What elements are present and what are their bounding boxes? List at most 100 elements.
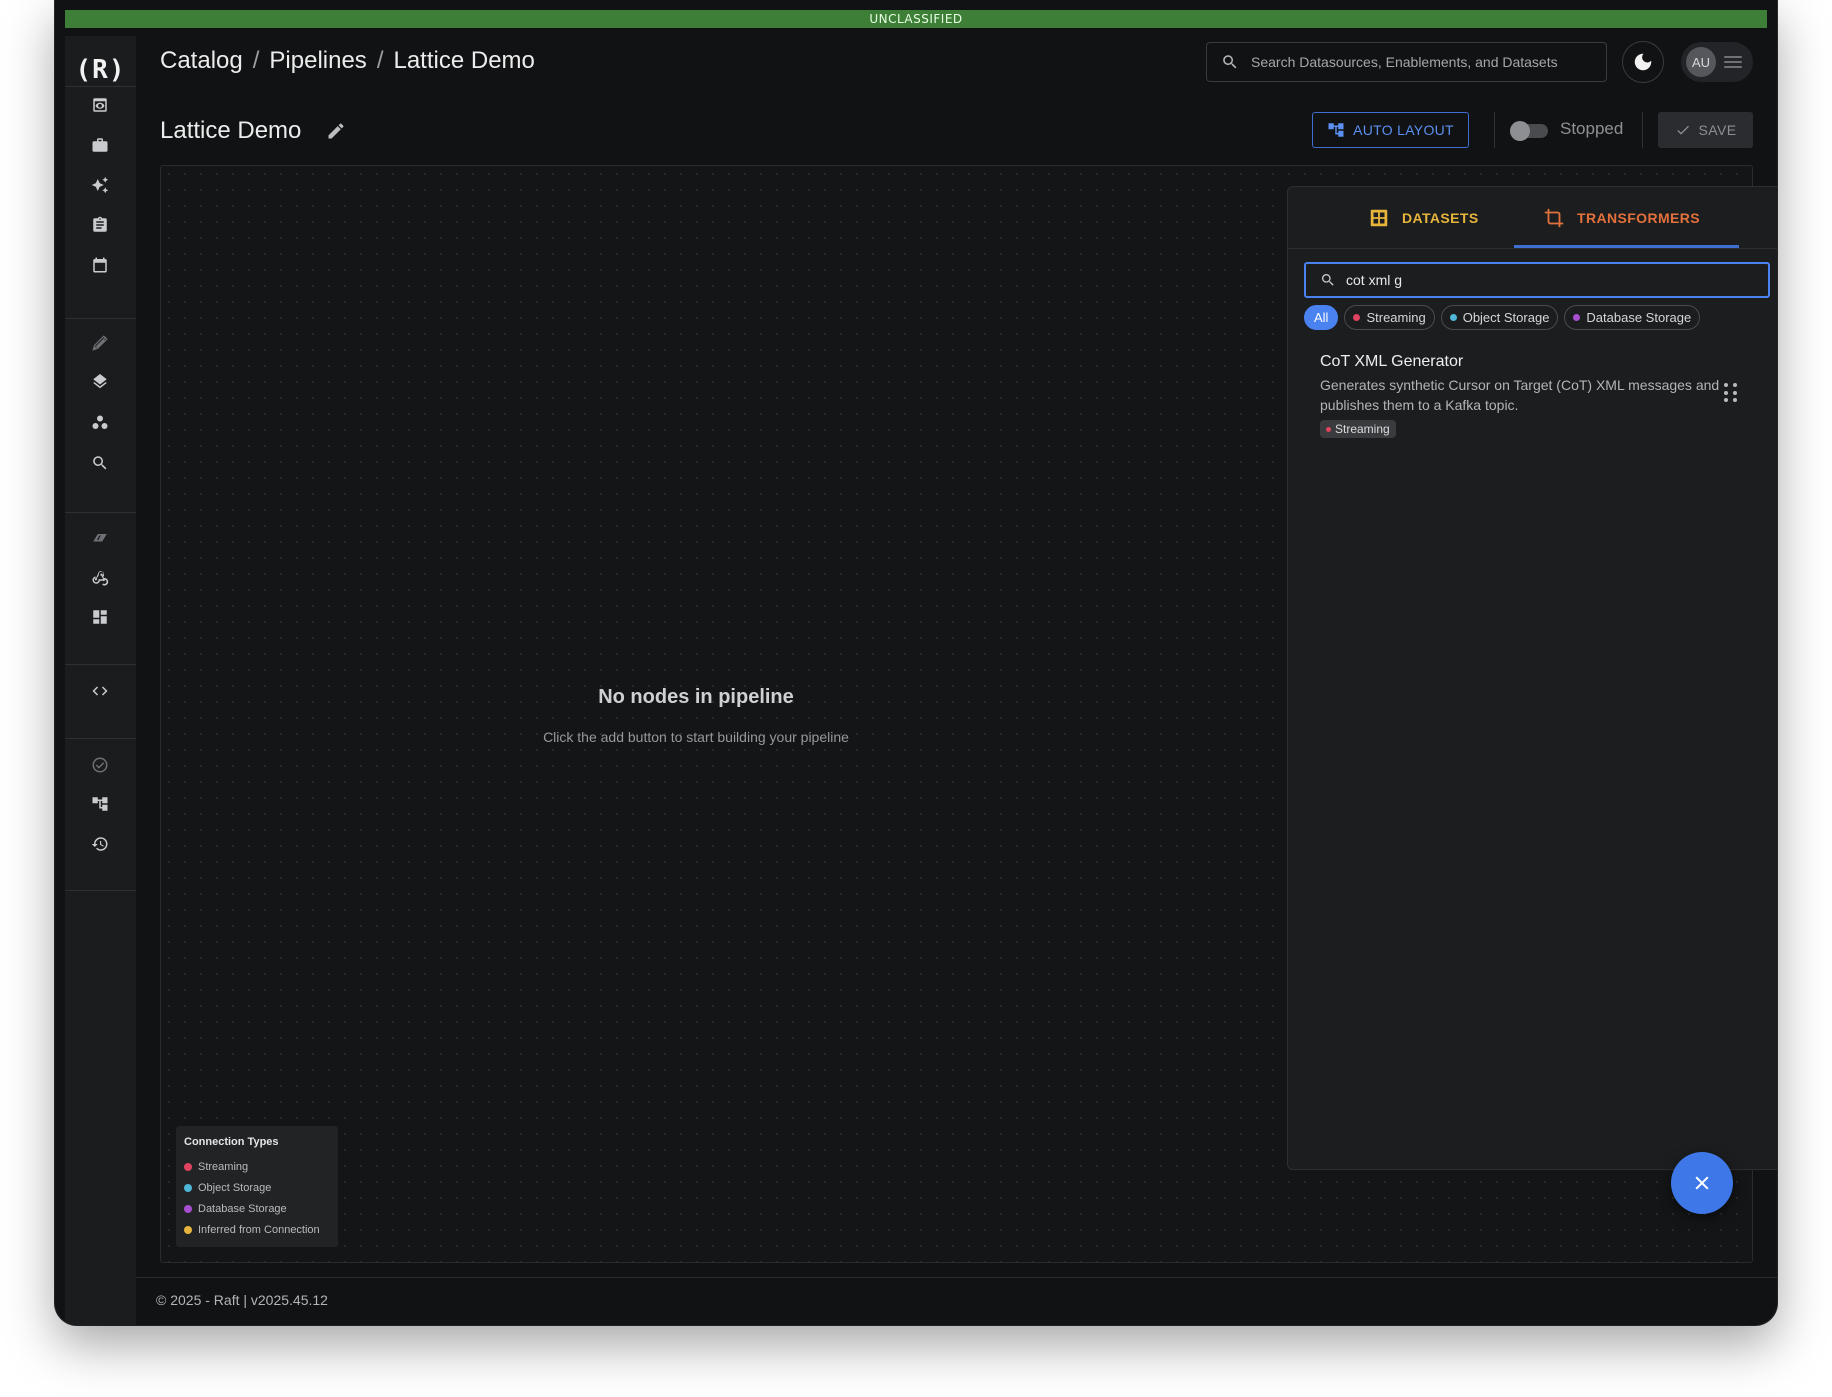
legend-dot: [184, 1204, 192, 1213]
search-icon: [1321, 274, 1334, 286]
layers-icon[interactable]: [89, 372, 111, 394]
chip-label: All: [1314, 310, 1329, 325]
auto-layout-button[interactable]: AUTO LAYOUT: [1312, 112, 1469, 148]
preview-icon[interactable]: [89, 94, 111, 116]
brand-logo[interactable]: (R): [65, 50, 136, 90]
chip-dot: [1449, 314, 1457, 321]
transformer-search-input[interactable]: [1346, 272, 1746, 288]
legend-label: Database Storage: [198, 1202, 287, 1215]
search-icon: [1223, 55, 1237, 69]
legend-item: Inferred from Connection: [184, 1219, 330, 1240]
sidebar-divider: [65, 318, 136, 319]
code-icon[interactable]: [89, 680, 111, 702]
legend-label: Inferred from Connection: [198, 1223, 320, 1236]
legend-item: Streaming: [184, 1156, 330, 1177]
filter-chips: All Streaming Object Storage Database St…: [1304, 305, 1701, 330]
breadcrumb-current: Lattice Demo: [393, 47, 535, 74]
legend-title: Connection Types: [184, 1136, 279, 1148]
theme-toggle-button[interactable]: [1622, 41, 1664, 83]
app-window: UNCLASSIFIED (R) Catalog / Pipelines / L…: [55, 0, 1777, 1325]
footer-divider: [136, 1277, 1777, 1278]
pipeline-icon[interactable]: [89, 793, 111, 815]
sparkles-icon[interactable]: [89, 174, 111, 196]
tab-transformers[interactable]: TRANSFORMERS: [1543, 187, 1700, 249]
result-title: CoT XML Generator: [1320, 353, 1464, 370]
result-description: Generates synthetic Cursor on Target (Co…: [1320, 377, 1720, 413]
arrows-icon[interactable]: [89, 526, 111, 548]
feather-icon[interactable]: [89, 332, 111, 354]
classification-banner: UNCLASSIFIED: [65, 10, 1767, 28]
chip-label: Streaming: [1366, 310, 1426, 325]
history-icon[interactable]: [89, 833, 111, 855]
add-node-panel: DATASETS TRANSFORMERS All Streaming Obje…: [1287, 186, 1777, 1170]
clipboard-icon[interactable]: [89, 214, 111, 236]
tab-label: TRANSFORMERS: [1577, 210, 1701, 226]
result-tag: Streaming: [1320, 420, 1396, 438]
sidebar-divider: [65, 664, 136, 665]
briefcase-icon[interactable]: [89, 134, 111, 156]
pencil-icon: [328, 123, 344, 139]
hamburger-icon: [1724, 56, 1742, 68]
breadcrumb-separator: /: [252, 47, 260, 74]
workspaces-icon[interactable]: [89, 412, 111, 434]
sidebar-divider: [65, 890, 136, 891]
filter-chip-object-storage[interactable]: Object Storage: [1440, 305, 1559, 330]
legend-item: Object Storage: [184, 1177, 330, 1198]
tag-dot: [1326, 426, 1331, 432]
breadcrumb-pipelines[interactable]: Pipelines: [269, 47, 366, 75]
legend-label: Object Storage: [198, 1181, 272, 1194]
breadcrumb-catalog[interactable]: Catalog: [160, 47, 243, 75]
close-add-panel-button[interactable]: [1671, 1152, 1733, 1214]
breadcrumb-separator: /: [376, 47, 384, 74]
empty-state-subtitle: Click the add button to start building y…: [543, 729, 849, 745]
empty-state-title: No nodes in pipeline: [598, 686, 794, 708]
moon-icon: [1634, 53, 1652, 71]
page-title: Lattice Demo: [160, 117, 302, 144]
toolbar-divider: [1494, 112, 1495, 148]
pipeline-status: Stopped: [1560, 119, 1624, 138]
transformer-search: [1304, 262, 1770, 298]
chip-dot: [1573, 314, 1581, 321]
calendar-icon[interactable]: [89, 254, 111, 276]
auto-layout-icon: [1328, 123, 1344, 137]
connection-types-legend: Connection Types Streaming Object Storag…: [176, 1126, 338, 1247]
save-button[interactable]: SAVE: [1658, 112, 1753, 148]
legend-item: Database Storage: [184, 1198, 330, 1219]
search-icon[interactable]: [89, 452, 111, 474]
pipeline-run-toggle[interactable]: [1510, 121, 1548, 141]
sidebar-divider: [65, 738, 136, 739]
check-icon: [1676, 125, 1689, 135]
drag-handle-icon[interactable]: [1724, 383, 1738, 403]
filter-chip-all[interactable]: All: [1304, 305, 1339, 330]
chip-label: Object Storage: [1462, 310, 1550, 325]
auto-layout-label: AUTO LAYOUT: [1353, 122, 1454, 138]
policy-icon[interactable]: [89, 754, 111, 776]
webhook-icon[interactable]: [89, 566, 111, 588]
crop-icon: [1544, 208, 1564, 228]
legend-dot: [184, 1183, 192, 1192]
breadcrumb: Catalog / Pipelines / Lattice Demo: [160, 47, 535, 75]
toolbar-divider: [1642, 112, 1643, 148]
filter-chip-database-storage[interactable]: Database Storage: [1564, 305, 1701, 330]
legend-dot: [184, 1225, 192, 1234]
chip-label: Database Storage: [1586, 310, 1692, 325]
active-tab-indicator: [1514, 245, 1739, 248]
sidebar-divider: [65, 512, 136, 513]
filter-chip-streaming[interactable]: Streaming: [1344, 305, 1435, 330]
user-menu-button[interactable]: AU: [1681, 42, 1753, 82]
grid-icon: [1370, 209, 1388, 227]
close-icon: [1695, 1176, 1709, 1190]
panel-tabs: DATASETS TRANSFORMERS: [1288, 187, 1777, 249]
dashboard-icon[interactable]: [89, 606, 111, 628]
legend-label: Streaming: [198, 1160, 249, 1173]
global-search-input[interactable]: [1251, 54, 1591, 70]
save-label: SAVE: [1698, 122, 1737, 138]
tag-label: Streaming: [1335, 422, 1390, 436]
transformer-result-item[interactable]: CoT XML Generator Generates synthetic Cu…: [1320, 353, 1760, 438]
legend-dot: [184, 1162, 192, 1171]
chip-dot: [1353, 314, 1361, 321]
footer-text: © 2025 - Raft | v2025.45.12: [156, 1292, 328, 1308]
edit-title-button[interactable]: [324, 119, 348, 143]
tab-datasets[interactable]: DATASETS: [1368, 187, 1479, 249]
tab-label: DATASETS: [1402, 210, 1479, 226]
